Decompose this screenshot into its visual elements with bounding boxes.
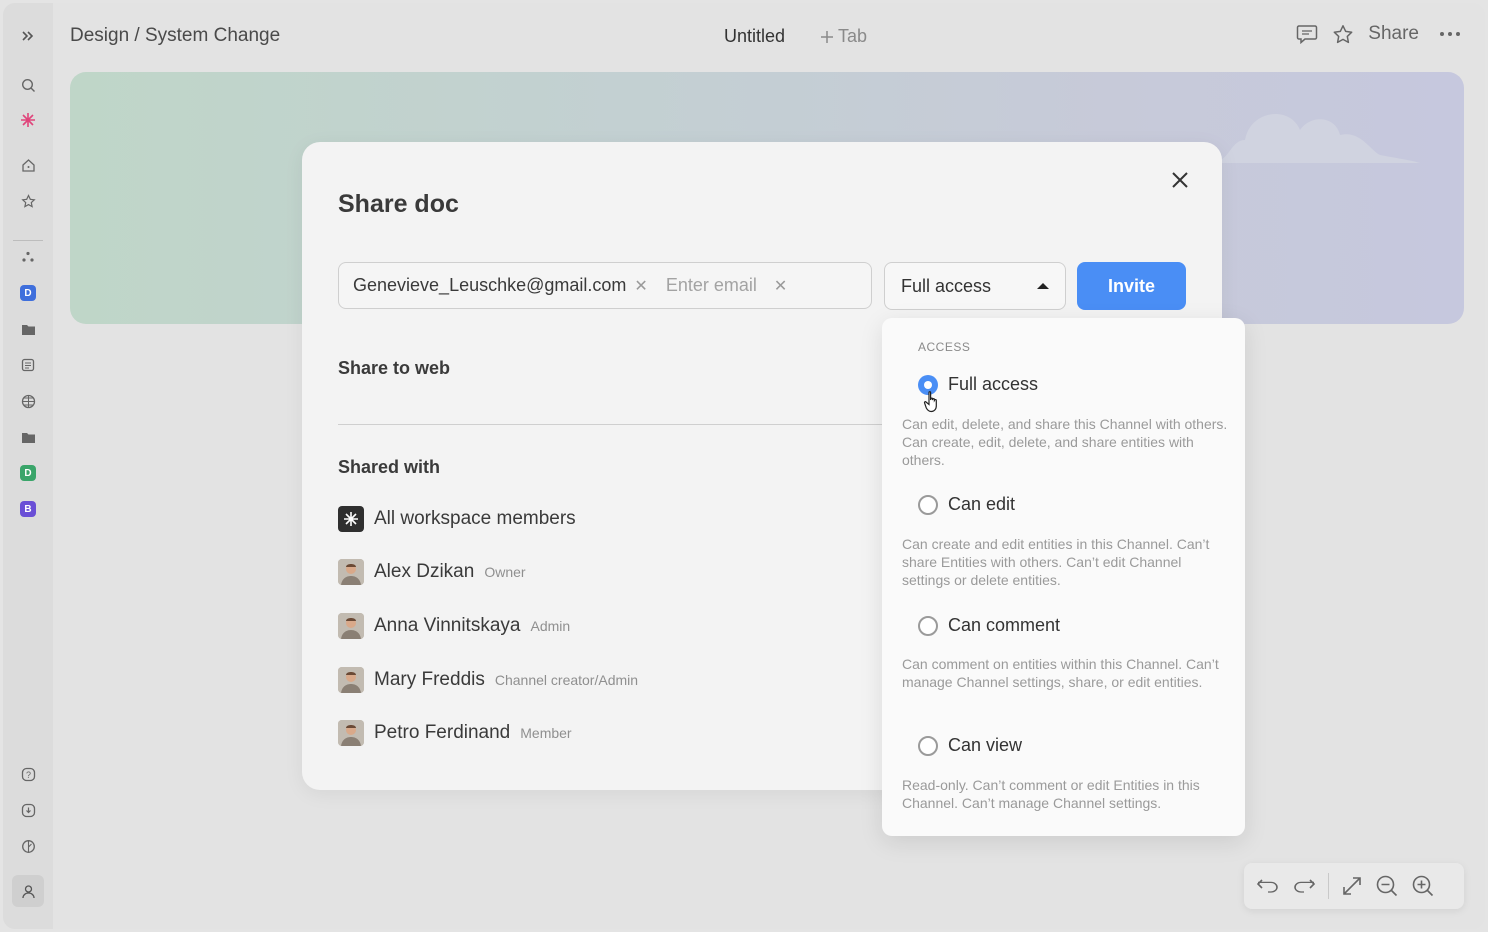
list-item[interactable]: All workspace members: [338, 506, 576, 532]
member-name: Mary Freddis: [374, 669, 485, 690]
option-label: Can edit: [948, 494, 1016, 514]
redo-icon[interactable]: [1292, 876, 1316, 896]
option-description: Can create and edit entities in this Cha…: [902, 536, 1210, 588]
sidebar-divider: [13, 240, 43, 241]
access-select-value: Full access: [901, 275, 992, 296]
user-profile-icon[interactable]: [12, 875, 44, 907]
list-item[interactable]: Anna Vinnitskaya Admin: [338, 613, 570, 639]
option-can-edit[interactable]: Can edit: [918, 494, 1015, 515]
app-window: D D B ? Design / System Change Untitled …: [3, 3, 1485, 929]
sidebar-space-b-purple[interactable]: B: [17, 498, 39, 520]
sidebar-space-d-blue[interactable]: D: [17, 282, 39, 304]
list-item[interactable]: Petro Ferdinand Member: [338, 720, 572, 746]
list-item[interactable]: Mary Freddis Channel creator/Admin: [338, 667, 638, 693]
workspace-asterisk-icon: [338, 506, 364, 532]
option-description: Can edit, delete, and share this Channel…: [902, 416, 1228, 468]
apps-icon[interactable]: [17, 246, 39, 268]
hand-cursor-icon: [923, 391, 937, 413]
access-dropdown[interactable]: Full access: [884, 262, 1066, 310]
help-icon[interactable]: ?: [17, 763, 39, 785]
email-chip[interactable]: Genevieve_Leuschke@gmail.com ✕: [353, 275, 648, 296]
folder-icon-2[interactable]: [17, 426, 39, 448]
add-tab-button[interactable]: Tab: [820, 26, 867, 47]
member-role: Owner: [484, 564, 526, 580]
caret-up-icon: [1037, 283, 1049, 289]
toolbar-divider: [1328, 873, 1329, 899]
access-menu: ACCESS Full access Can edit, delete, and…: [882, 318, 1245, 836]
home-icon[interactable]: [17, 154, 39, 176]
tab-untitled[interactable]: Untitled: [724, 26, 785, 47]
email-field[interactable]: Genevieve_Leuschke@gmail.com ✕ ✕: [338, 262, 872, 309]
globe-grid-icon[interactable]: [17, 390, 39, 412]
star-icon[interactable]: [1332, 24, 1354, 45]
undo-icon[interactable]: [1256, 876, 1280, 896]
email-chip-label: Genevieve_Leuschke@gmail.com: [353, 275, 627, 295]
option-description: Read-only. Can’t comment or edit Entitie…: [902, 777, 1200, 811]
zoom-in-icon[interactable]: [1411, 874, 1435, 898]
avatar: [338, 667, 364, 693]
breadcrumb[interactable]: Design / System Change: [70, 25, 280, 47]
option-description: Can comment on entities within this Chan…: [902, 656, 1219, 690]
expand-sidebar-icon[interactable]: [17, 25, 39, 47]
favorites-star-icon[interactable]: [17, 190, 39, 212]
close-icon[interactable]: [1168, 168, 1192, 192]
canvas-toolbar: [1244, 863, 1464, 909]
fullscreen-icon[interactable]: [1341, 875, 1363, 897]
radio-unselected[interactable]: [918, 615, 938, 636]
email-input[interactable]: [665, 275, 766, 296]
radio-unselected[interactable]: [918, 735, 938, 756]
top-actions: Share: [1296, 23, 1461, 45]
more-options-icon[interactable]: [1439, 31, 1461, 37]
access-menu-header: ACCESS: [918, 340, 971, 354]
member-role: Channel creator/Admin: [494, 672, 639, 688]
svg-text:?: ?: [25, 770, 30, 780]
option-label: Can view: [948, 735, 1023, 755]
space-letter-icon: B: [20, 501, 36, 517]
share-button[interactable]: Share: [1368, 23, 1419, 45]
option-can-view[interactable]: Can view: [918, 735, 1022, 756]
invite-button[interactable]: Invite: [1077, 262, 1186, 310]
list-item[interactable]: Alex Dzikan Owner: [338, 559, 526, 585]
option-label: Full access: [948, 374, 1039, 394]
folder-icon[interactable]: [17, 318, 39, 340]
space-letter-icon: D: [20, 285, 36, 301]
ai-sparkle-icon[interactable]: [17, 109, 39, 131]
avatar: [338, 559, 364, 585]
plus-icon: [821, 30, 833, 43]
member-name: Petro Ferdinand: [374, 722, 511, 743]
member-name: Alex Dzikan: [374, 561, 475, 582]
download-icon[interactable]: [17, 799, 39, 821]
leaf-icon[interactable]: [17, 835, 39, 857]
radio-unselected[interactable]: [918, 494, 938, 515]
avatar: [338, 613, 364, 639]
share-to-web-heading: Share to web: [338, 358, 451, 378]
cloud-icon: [1210, 113, 1420, 163]
section-divider: [338, 424, 886, 425]
sidebar: D D B ?: [3, 3, 53, 929]
member-name: All workspace members: [374, 508, 576, 529]
member-role: Member: [520, 725, 572, 741]
add-tab-label: Tab: [838, 26, 868, 46]
shared-with-heading: Shared with: [338, 457, 441, 477]
dialog-title: Share doc: [338, 190, 459, 218]
option-can-comment[interactable]: Can comment: [918, 615, 1060, 636]
search-icon[interactable]: [17, 74, 39, 96]
member-role: Admin: [530, 618, 571, 634]
space-letter-icon: D: [20, 465, 36, 481]
zoom-out-icon[interactable]: [1375, 874, 1399, 898]
clear-input-icon[interactable]: ✕: [774, 276, 787, 296]
comment-icon[interactable]: [1296, 24, 1318, 44]
remove-chip-icon[interactable]: ✕: [634, 276, 647, 296]
option-label: Can comment: [948, 615, 1061, 635]
member-name: Anna Vinnitskaya: [374, 615, 521, 636]
avatar: [338, 720, 364, 746]
sidebar-space-d-green[interactable]: D: [17, 462, 39, 484]
document-icon[interactable]: [17, 354, 39, 376]
